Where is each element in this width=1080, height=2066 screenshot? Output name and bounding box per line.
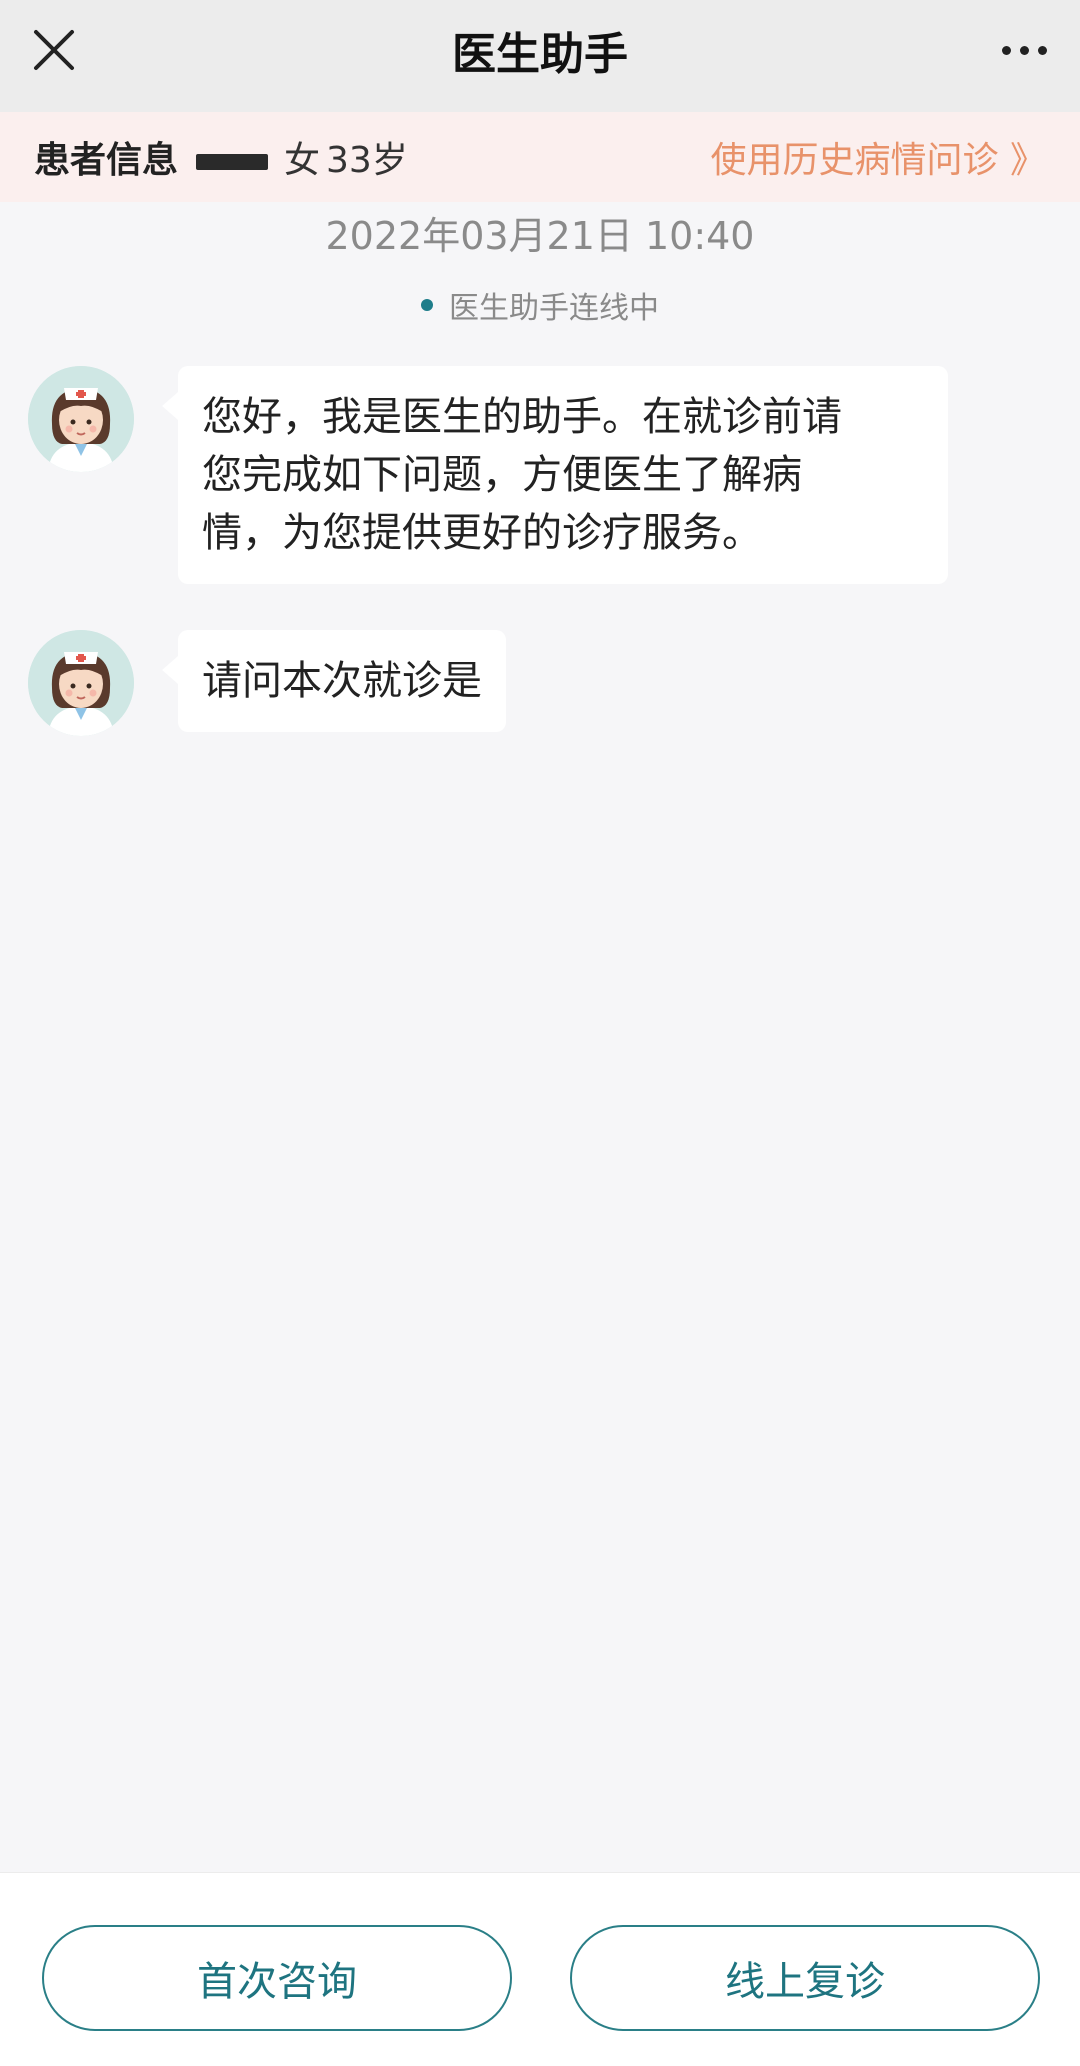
more-icon-dot	[1037, 45, 1047, 55]
status-dot	[421, 299, 433, 311]
message-bubble: 您好，我是医生的助手。在就诊前请 您完成如下问题，方便医生了解病 情，为您提供更…	[162, 366, 948, 584]
nurse-avatar	[28, 366, 134, 472]
nurse-avatar	[28, 630, 134, 736]
online-followup-button[interactable]: 线上复诊	[570, 1925, 1040, 2031]
top-nav-bar: 医生助手	[0, 0, 1080, 112]
page-title: 医生助手	[452, 29, 628, 80]
chat-page: 医生助手 患者信息 女 33岁 使用历史病情问诊 》 2022年03月21日 1…	[0, 0, 1080, 2066]
more-icon	[1001, 45, 1011, 55]
patient-info-bar: 患者信息 女 33岁 使用历史病情问诊 》	[0, 112, 1080, 202]
status-text: 医生助手连线中	[449, 291, 659, 326]
bottom-action-bar: 首次咨询 线上复诊	[0, 1872, 1080, 2066]
connection-status: 医生助手连线中	[0, 278, 1080, 332]
message-line: 情，为您提供更好的诊疗服务。	[202, 510, 762, 556]
patient-age: 33岁	[326, 140, 408, 181]
nurse-avatar-icon	[28, 366, 134, 472]
message-line: 请问本次就诊是	[202, 658, 482, 704]
more-button[interactable]	[994, 24, 1054, 76]
use-history-link[interactable]: 使用历史病情问诊 》	[711, 131, 1046, 183]
chat-timestamp: 2022年03月21日 10:40	[325, 213, 755, 258]
patient-gender: 女	[284, 140, 321, 181]
message-line: 您完成如下问题，方便医生了解病	[202, 452, 802, 498]
message-bubble: 请问本次就诊是	[162, 630, 506, 732]
first-consult-button[interactable]: 首次咨询	[42, 1925, 512, 2031]
nurse-avatar-icon	[28, 630, 134, 736]
patient-info-label: 患者信息	[34, 140, 179, 181]
message-line: 您好，我是医生的助手。在就诊前请	[202, 394, 842, 440]
patient-name-redacted	[196, 154, 269, 170]
more-icon-dot	[1019, 45, 1029, 55]
